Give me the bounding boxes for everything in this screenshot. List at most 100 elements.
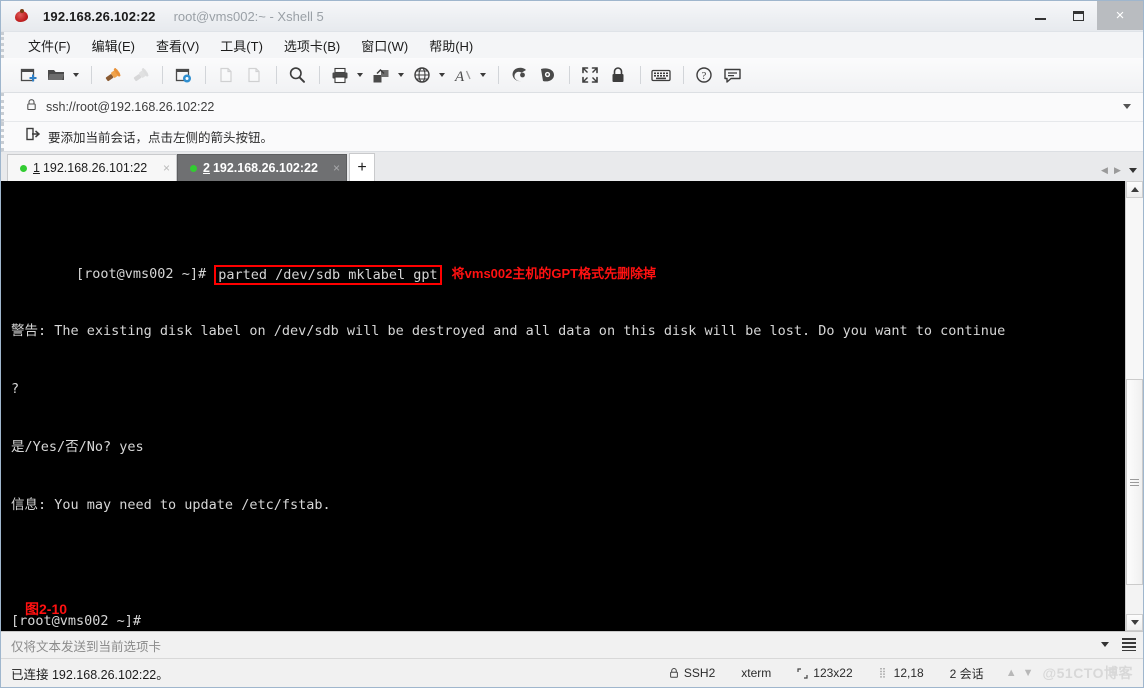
- terminal-line: [root@vms002 ~]#: [11, 612, 1125, 631]
- tab-label: 192.168.26.102:22: [212, 161, 318, 175]
- keyboard-icon[interactable]: [648, 62, 674, 88]
- toolbar: A ?: [1, 58, 1143, 93]
- scrollbar-grip-icon: [1130, 478, 1139, 486]
- toolbar-separator: [569, 66, 570, 84]
- terminal-line: [root@vms002 ~]# parted /dev/sdb mklabel…: [11, 245, 1125, 286]
- scroll-down-icon[interactable]: [1126, 614, 1143, 631]
- tab-label: 192.168.26.101:22: [42, 161, 148, 175]
- menu-help[interactable]: 帮助(H): [427, 34, 475, 57]
- screen-size-icon: [797, 667, 808, 679]
- terminal-text: 是/Yes/否/No? yes: [11, 438, 144, 455]
- watermark: @51CTO博客: [1042, 665, 1133, 681]
- xshell-bug-icon: [14, 8, 30, 24]
- open-folder-dropdown-icon[interactable]: [71, 63, 81, 87]
- tab-prev-button[interactable]: ◀: [1098, 163, 1111, 177]
- add-session-arrow-icon[interactable]: [26, 127, 41, 146]
- lock-icon[interactable]: [605, 62, 631, 88]
- feedback-icon[interactable]: [719, 62, 745, 88]
- maximize-button[interactable]: [1059, 1, 1097, 30]
- find-icon[interactable]: [284, 62, 310, 88]
- file-transfer-icon[interactable]: [368, 62, 394, 88]
- browser-dropdown-icon[interactable]: [437, 63, 447, 87]
- status-screen-size-label: 123x22: [813, 666, 853, 680]
- scrollbar-track[interactable]: [1126, 198, 1143, 379]
- terminal-screen[interactable]: [root@vms002 ~]# parted /dev/sdb mklabel…: [1, 181, 1125, 631]
- status-protocol-label: SSH2: [683, 666, 716, 680]
- new-session-icon[interactable]: [15, 62, 41, 88]
- send-text-bar[interactable]: 仅将文本发送到当前选项卡: [1, 631, 1143, 658]
- scroll-up-icon[interactable]: [1126, 181, 1143, 198]
- shell-prompt: [root@vms002 ~]#: [76, 266, 215, 283]
- terminal-scrollbar[interactable]: [1125, 181, 1143, 631]
- tab-navigation: ◀ ▶: [1098, 163, 1137, 177]
- chevron-down-icon[interactable]: [1123, 104, 1131, 109]
- tab-close-icon[interactable]: ×: [153, 161, 170, 175]
- terminal-line: ?: [11, 380, 1125, 399]
- tab-192-168-26-101[interactable]: 1 192.168.26.101:22 ×: [7, 154, 177, 181]
- status-right-group: SSH2 xterm 123x22 12,18 2 会话 ▲ ▼ @51CTO博…: [656, 659, 1143, 687]
- scrollbar-thumb[interactable]: [1126, 379, 1143, 585]
- tab-close-icon[interactable]: ×: [323, 161, 340, 175]
- menu-edit[interactable]: 编辑(E): [90, 34, 137, 57]
- address-bar[interactable]: ssh://root@192.168.26.102:22: [1, 93, 1143, 122]
- tab-192-168-26-102[interactable]: 2 192.168.26.102:22 ×: [177, 154, 347, 181]
- toolbar-separator: [683, 66, 684, 84]
- menu-bar: 文件(F) 编辑(E) 查看(V) 工具(T) 选项卡(B) 窗口(W) 帮助(…: [1, 32, 1143, 58]
- send-text-input[interactable]: 仅将文本发送到当前选项卡: [11, 636, 161, 655]
- font-dropdown-icon[interactable]: [478, 63, 488, 87]
- chevron-down-icon[interactable]: [1129, 167, 1137, 173]
- arrow-down-icon: ▼: [1022, 667, 1034, 679]
- fullscreen-icon[interactable]: [577, 62, 603, 88]
- font-icon[interactable]: A: [450, 62, 476, 88]
- menu-window[interactable]: 窗口(W): [359, 34, 410, 57]
- chevron-down-icon[interactable]: [1101, 642, 1109, 647]
- window-subtitle: root@vms002:~ - Xshell 5: [173, 8, 324, 24]
- svg-text:?: ?: [702, 71, 707, 82]
- status-transfer-indicators: ▲ ▼: [997, 667, 1043, 679]
- terminal-line: 信息: You may need to update /etc/fstab.: [11, 496, 1125, 515]
- log-icon[interactable]: [506, 62, 532, 88]
- svg-text:A: A: [454, 69, 465, 84]
- window-title: 192.168.26.102:22: [43, 8, 156, 24]
- file-transfer-dropdown-icon[interactable]: [396, 63, 406, 87]
- browser-icon[interactable]: [409, 62, 435, 88]
- toolbar-separator: [498, 66, 499, 84]
- help-icon[interactable]: ?: [691, 62, 717, 88]
- arrow-up-icon: ▲: [1005, 667, 1017, 679]
- open-folder-icon[interactable]: [43, 62, 69, 88]
- status-cursor-position[interactable]: 12,18: [866, 659, 937, 687]
- status-terminal-type[interactable]: xterm: [728, 659, 784, 687]
- menu-view[interactable]: 查看(V): [154, 34, 201, 57]
- session-properties-icon[interactable]: [170, 62, 196, 88]
- terminal-line: 警告: The existing disk label on /dev/sdb …: [11, 322, 1125, 341]
- minimize-button[interactable]: [1021, 1, 1059, 30]
- menu-tools[interactable]: 工具(T): [218, 34, 265, 57]
- status-sessions[interactable]: 2 会话: [937, 659, 997, 687]
- menu-tabs[interactable]: 选项卡(B): [282, 34, 342, 57]
- disconnect-icon: [127, 62, 153, 88]
- status-protocol[interactable]: SSH2: [656, 659, 728, 687]
- annotation-text: 将vms002主机的GPT格式先删除掉: [451, 266, 657, 282]
- tab-bar: 1 192.168.26.101:22 × 2 192.168.26.102:2…: [1, 152, 1143, 181]
- toolbar-separator: [640, 66, 641, 84]
- close-button[interactable]: ×: [1097, 1, 1143, 30]
- terminal-text: ?: [11, 380, 20, 397]
- status-screen-size[interactable]: 123x22: [784, 659, 865, 687]
- print-icon[interactable]: [327, 62, 353, 88]
- tab-number: 2: [203, 161, 210, 175]
- new-tab-button[interactable]: +: [349, 153, 375, 181]
- script-icon[interactable]: [534, 62, 560, 88]
- tab-next-button[interactable]: ▶: [1111, 163, 1124, 177]
- print-dropdown-icon[interactable]: [355, 63, 365, 87]
- tab-status-dot-icon: [190, 164, 197, 172]
- address-input[interactable]: ssh://root@192.168.26.102:22: [46, 100, 214, 114]
- connect-icon[interactable]: [99, 62, 125, 88]
- add-session-hint-bar: 要添加当前会话，点击左侧的箭头按钮。: [1, 122, 1143, 152]
- cursor-pos-icon: [879, 667, 889, 679]
- tab-number: 1: [33, 161, 40, 175]
- lock-icon: [669, 667, 679, 679]
- hamburger-menu-icon[interactable]: [1122, 638, 1136, 651]
- lock-icon: [26, 98, 37, 116]
- menu-file[interactable]: 文件(F): [26, 34, 73, 57]
